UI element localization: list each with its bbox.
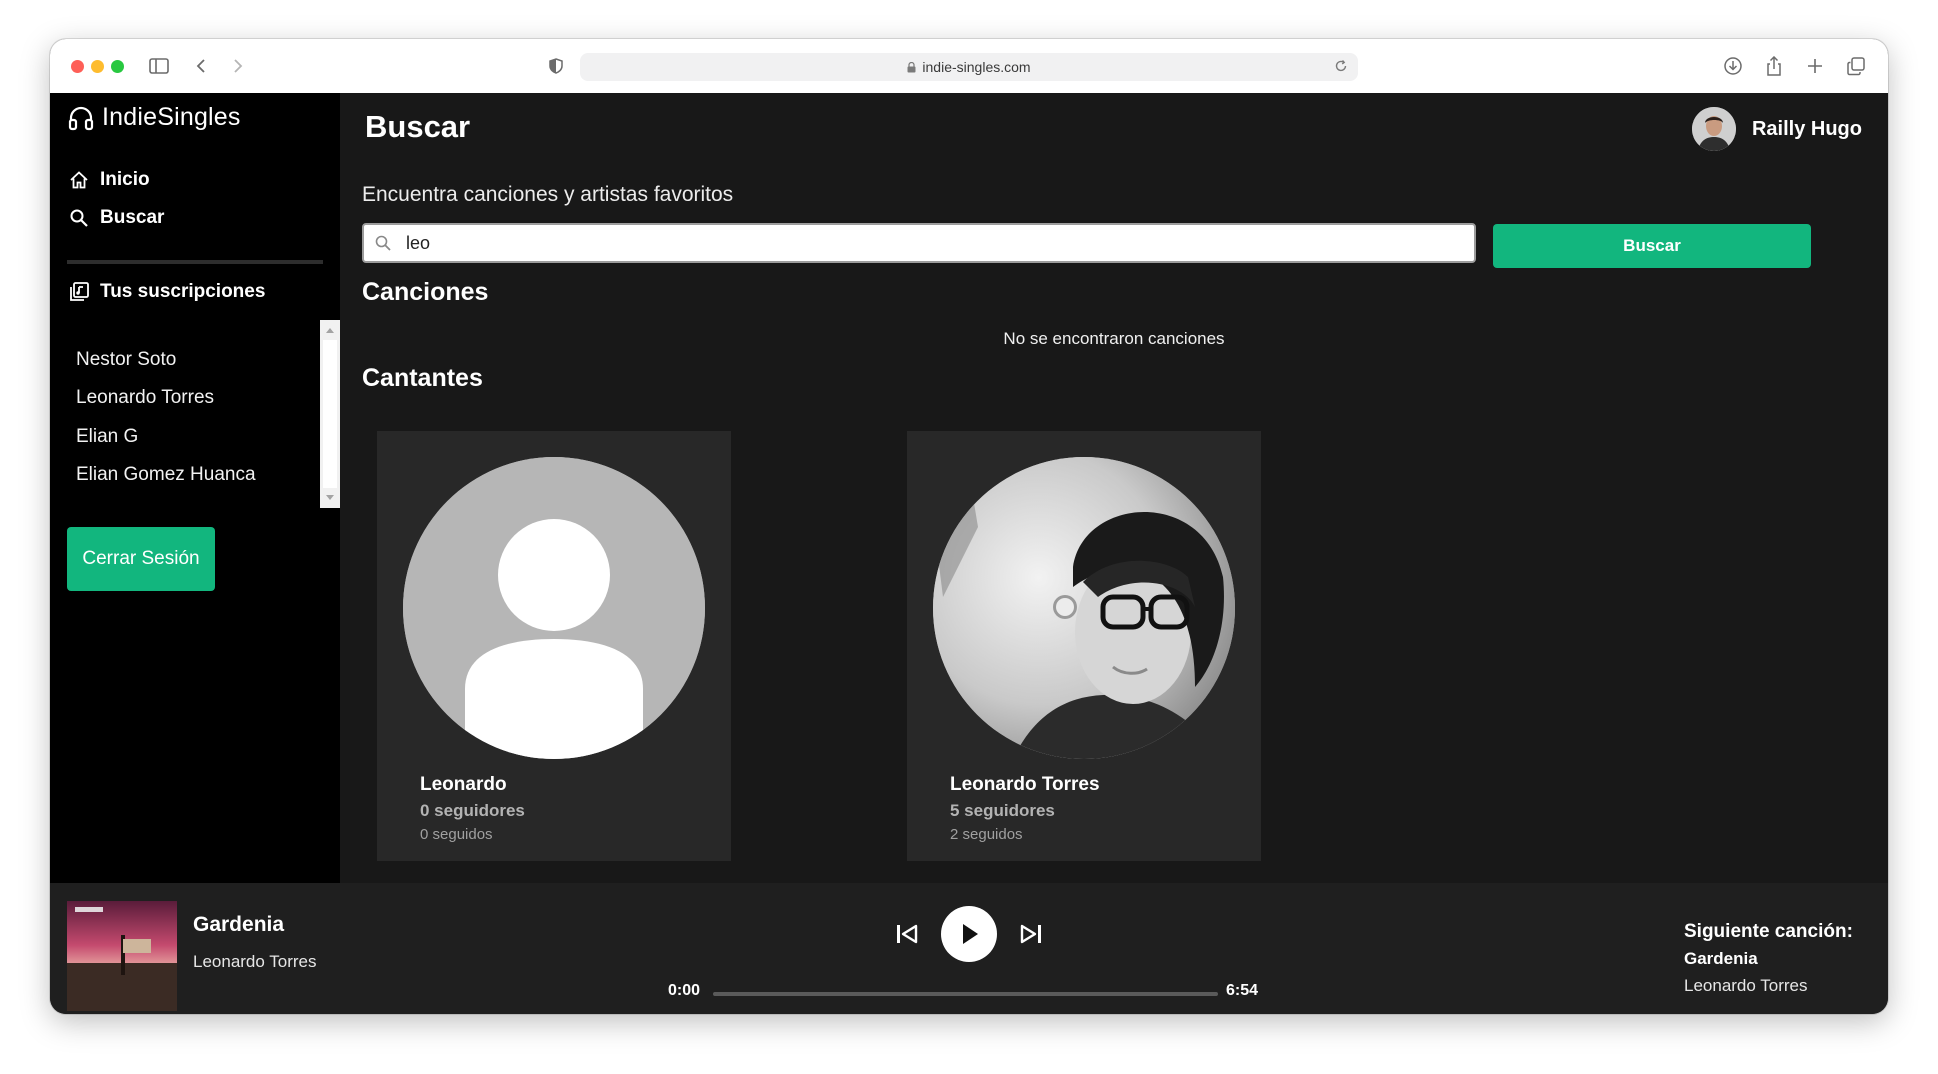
close-window-button[interactable] (71, 60, 84, 73)
search-icon (374, 234, 392, 252)
back-icon[interactable] (191, 54, 211, 78)
singers-section-title: Cantantes (362, 364, 483, 392)
browser-toolbar: indie-singles.com (50, 39, 1888, 94)
search-icon (68, 207, 90, 229)
scroll-down-arrow[interactable] (326, 495, 334, 500)
nav-search[interactable]: Buscar (68, 207, 164, 229)
library-icon (68, 281, 90, 303)
nav-subscriptions-label: Tus suscripciones (100, 281, 266, 302)
reload-icon[interactable] (1334, 59, 1348, 73)
address-bar[interactable]: indie-singles.com (580, 53, 1358, 81)
user-name: Railly Hugo (1751, 117, 1862, 140)
nav-home[interactable]: Inicio (68, 169, 150, 191)
new-tab-icon[interactable] (1803, 54, 1827, 78)
minimize-window-button[interactable] (91, 60, 104, 73)
subscriptions-scrollbar[interactable] (320, 320, 340, 508)
singer-card[interactable]: Leonardo Torres 5 seguidores 2 seguidos (907, 431, 1261, 861)
user-menu[interactable]: Railly Hugo (1691, 107, 1862, 151)
subscription-item[interactable]: Elian G (76, 426, 138, 448)
album-cover (67, 901, 177, 1011)
download-icon[interactable] (1721, 54, 1745, 78)
url-text: indie-singles.com (922, 59, 1031, 75)
singer-avatar-placeholder (403, 457, 705, 759)
next-track-button[interactable] (1016, 919, 1046, 949)
singer-following: 0 seguidos (420, 826, 493, 843)
track-title: Gardenia (193, 913, 285, 936)
nav-subscriptions[interactable]: Tus suscripciones (68, 281, 265, 303)
play-button[interactable] (941, 906, 997, 962)
singer-followers: 5 seguidores (950, 801, 1055, 820)
browser-window: indie-singles.com IndieSingles Inicio Bu… (50, 39, 1888, 1014)
search-button[interactable]: Buscar (1493, 224, 1811, 268)
subscription-item[interactable]: Elian Gomez Huanca (76, 464, 256, 486)
singer-name: Leonardo Torres (950, 774, 1100, 795)
page-title: Buscar (365, 109, 471, 144)
headphones-icon (68, 105, 94, 131)
tab-overview-icon[interactable] (1844, 54, 1868, 78)
home-icon (68, 169, 90, 191)
previous-track-button[interactable] (892, 919, 922, 949)
next-song-artist: Leonardo Torres (1684, 976, 1808, 995)
current-time: 0:00 (668, 982, 701, 999)
singer-card[interactable]: Leonardo 0 seguidores 0 seguidos (377, 431, 731, 861)
search-subtitle: Encuentra canciones y artistas favoritos (362, 183, 734, 206)
progress-bar[interactable] (713, 992, 1218, 996)
songs-empty-message: No se encontraron canciones (1003, 329, 1225, 348)
total-time: 6:54 (1226, 982, 1259, 999)
singer-following: 2 seguidos (950, 826, 1023, 843)
subscription-item[interactable]: Leonardo Torres (76, 387, 214, 409)
track-artist: Leonardo Torres (193, 952, 317, 971)
logout-button[interactable]: Cerrar Sesión (67, 527, 215, 591)
next-song-label: Siguiente canción: (1684, 921, 1853, 942)
next-song-title: Gardenia (1684, 949, 1758, 968)
music-player: Gardenia Leonardo Torres 0:00 6:54 Sigui… (50, 883, 1888, 1014)
nav-search-label: Buscar (100, 207, 165, 228)
lock-icon (907, 61, 916, 73)
nav-home-label: Inicio (100, 169, 150, 190)
singer-followers: 0 seguidores (420, 801, 525, 820)
brand-name: IndieSingles (102, 103, 241, 131)
brand[interactable]: IndieSingles (68, 103, 241, 132)
search-field[interactable] (362, 223, 1476, 263)
search-input[interactable] (404, 227, 1474, 259)
scroll-thumb[interactable] (323, 340, 337, 488)
avatar (1691, 107, 1736, 151)
songs-section-title: Canciones (362, 278, 489, 306)
subscription-item[interactable]: Nestor Soto (76, 349, 176, 371)
sidebar-divider (67, 260, 323, 264)
main-content: Buscar Railly Hugo Encuentra canciones y… (340, 93, 1888, 883)
share-icon[interactable] (1762, 54, 1786, 78)
forward-icon[interactable] (228, 54, 248, 78)
maximize-window-button[interactable] (111, 60, 124, 73)
sidebar-toggle-icon[interactable] (147, 54, 171, 78)
singer-photo (933, 457, 1235, 759)
sidebar: IndieSingles Inicio Buscar Tus suscripci… (50, 93, 340, 883)
privacy-shield-icon[interactable] (546, 54, 566, 78)
scroll-up-arrow[interactable] (326, 328, 334, 333)
subscriptions-list: Nestor Soto Leonardo Torres Elian G Elia… (50, 318, 340, 508)
singer-name: Leonardo (420, 774, 507, 795)
